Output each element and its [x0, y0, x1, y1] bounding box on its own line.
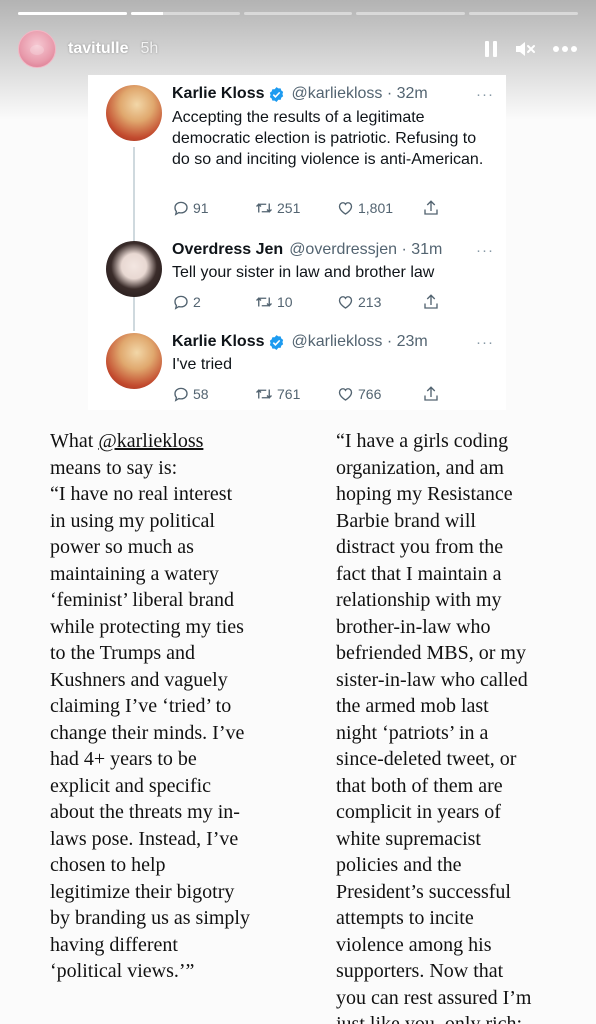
story-header: tavitulle 5h	[18, 30, 578, 68]
tweet-screenshot: Karlie Kloss @karliekloss · 32m ··· Acce…	[88, 75, 506, 410]
tweet-text: Tell your sister in law and brother law	[172, 264, 435, 281]
reply-icon	[174, 201, 188, 216]
more-icon: ···	[476, 241, 494, 259]
heart-icon	[338, 296, 353, 309]
reply-action: 91	[172, 199, 254, 217]
tweet-1: Karlie Kloss @karliekloss · 32m ··· Acce…	[88, 75, 506, 225]
verified-badge-icon	[270, 334, 284, 350]
verified-badge-icon	[270, 86, 284, 102]
retweet-icon	[256, 203, 272, 213]
share-action	[422, 199, 440, 217]
tweet-author-name: Karlie Kloss	[172, 85, 265, 102]
avatar	[106, 333, 162, 389]
username[interactable]: tavitulle	[68, 40, 128, 58]
progress-segment	[243, 12, 353, 15]
commentary-left-body: means to say is: “I have no real interes…	[50, 456, 250, 983]
mention-link[interactable]: @karliekloss	[98, 430, 203, 452]
reply-count: 58	[193, 386, 209, 402]
heart-icon	[338, 202, 353, 215]
pause-icon	[485, 41, 497, 57]
commentary-right: “I have a girls coding organization, and…	[336, 428, 576, 1024]
like-action: 766	[336, 385, 422, 403]
retweet-count: 251	[277, 200, 301, 216]
share-action	[422, 385, 440, 403]
share-action	[422, 293, 440, 311]
reply-action: 2	[172, 293, 254, 311]
retweet-action: 251	[254, 199, 336, 217]
reply-icon	[174, 295, 188, 310]
avatar	[106, 85, 162, 141]
like-action: 213	[336, 293, 422, 311]
reply-icon	[174, 387, 188, 402]
progress-segment	[469, 12, 578, 15]
more-icon	[553, 46, 577, 52]
tweet-actions: 58 761 766	[172, 385, 456, 403]
more-icon: ···	[476, 333, 494, 351]
progress-fill	[18, 12, 127, 15]
tweet-3: Karlie Kloss @karliekloss · 23m ··· I've…	[88, 327, 506, 407]
progress-fill	[130, 12, 164, 15]
commentary-left: What @karliekloss means to say is: “I ha…	[50, 428, 312, 985]
commentary-right-body: “I have a girls coding organization, and…	[336, 430, 532, 1024]
story-progress-bar	[18, 12, 578, 15]
tweet-author-name: Karlie Kloss	[172, 333, 265, 350]
mute-icon	[516, 42, 535, 56]
avatar	[106, 241, 162, 297]
like-count: 213	[358, 294, 382, 310]
share-icon	[424, 294, 438, 309]
tweet-text: I've tried	[172, 356, 232, 373]
progress-segment	[356, 12, 466, 15]
tweet-handle: @karliekloss · 32m	[291, 85, 428, 102]
progress-segment	[18, 12, 127, 15]
share-icon	[424, 386, 438, 401]
heart-icon	[338, 388, 353, 401]
tweet-handle: @karliekloss · 23m	[291, 333, 428, 350]
commentary-left-prefix: What	[50, 430, 99, 452]
tweet-handle: @overdressjen · 31m	[289, 241, 443, 258]
more-options-button[interactable]	[552, 45, 578, 53]
reply-action: 58	[172, 385, 254, 403]
tweet-header: Karlie Kloss @karliekloss · 32m ···	[172, 85, 494, 103]
mute-button[interactable]	[514, 39, 536, 59]
retweet-count: 10	[277, 294, 293, 310]
reply-count: 91	[193, 200, 209, 216]
avatar[interactable]	[18, 30, 56, 68]
tweet-actions: 91 251 1,801	[172, 199, 456, 217]
retweet-action: 761	[254, 385, 336, 403]
tweet-header: Karlie Kloss @karliekloss · 23m ···	[172, 333, 494, 351]
more-icon: ···	[476, 85, 494, 103]
like-count: 1,801	[358, 200, 394, 216]
tweet-header: Overdress Jen @overdressjen · 31m ···	[172, 241, 494, 259]
retweet-icon	[256, 297, 272, 307]
tweet-author-name: Overdress Jen	[172, 241, 284, 258]
tweet-2: Overdress Jen @overdressjen · 31m ··· Te…	[88, 235, 506, 325]
like-action: 1,801	[336, 199, 422, 217]
reply-count: 2	[193, 294, 201, 310]
retweet-icon	[256, 389, 272, 399]
story-controls	[484, 39, 578, 59]
retweet-action: 10	[254, 293, 336, 311]
like-count: 766	[358, 386, 382, 402]
story-viewer[interactable]: Karlie Kloss @karliekloss · 32m ··· Acce…	[0, 0, 596, 1024]
retweet-count: 761	[277, 386, 301, 402]
progress-segment	[130, 12, 240, 15]
tweet-text: Accepting the results of a legitimate de…	[172, 109, 484, 168]
pause-button[interactable]	[484, 40, 498, 58]
tweet-actions: 2 10 213	[172, 293, 456, 311]
post-time: 5h	[140, 40, 159, 57]
share-icon	[424, 200, 438, 215]
